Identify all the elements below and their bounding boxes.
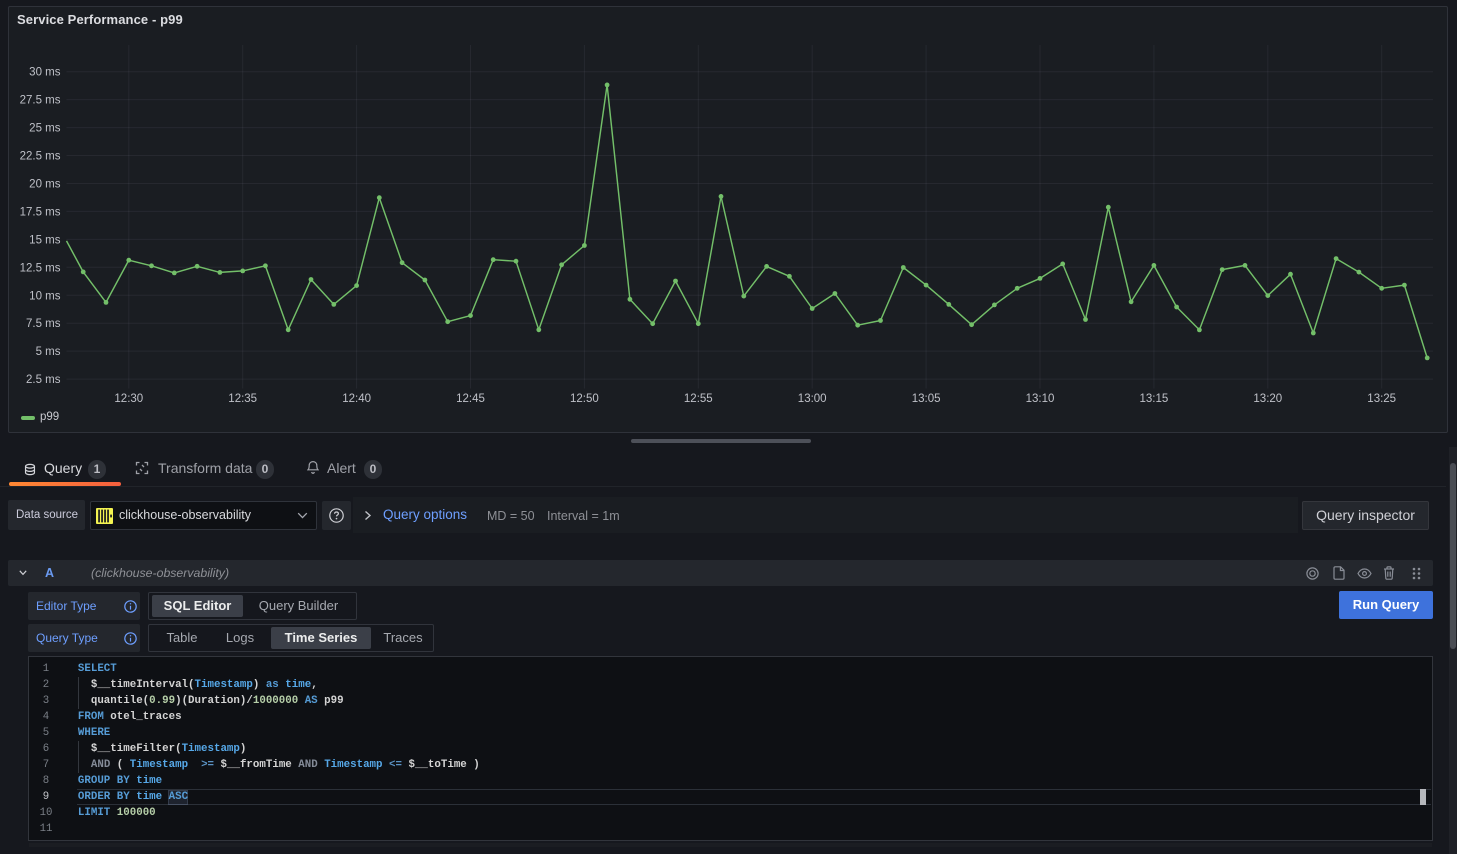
- svg-text:22.5 ms: 22.5 ms: [20, 151, 61, 163]
- svg-text:13:15: 13:15: [1140, 393, 1169, 405]
- svg-text:10 ms: 10 ms: [29, 290, 61, 302]
- svg-text:12:45: 12:45: [456, 393, 485, 405]
- svg-text:12:40: 12:40: [342, 393, 371, 405]
- svg-text:13:25: 13:25: [1367, 393, 1396, 405]
- svg-text:12:55: 12:55: [684, 393, 713, 405]
- svg-text:30 ms: 30 ms: [29, 67, 61, 79]
- svg-text:13:05: 13:05: [912, 393, 941, 405]
- svg-text:12:35: 12:35: [228, 393, 257, 405]
- svg-text:13:00: 13:00: [798, 393, 827, 405]
- svg-text:20 ms: 20 ms: [29, 179, 61, 191]
- svg-text:12:50: 12:50: [570, 393, 599, 405]
- svg-text:13:10: 13:10: [1026, 393, 1055, 405]
- svg-text:12:30: 12:30: [114, 393, 143, 405]
- svg-text:12.5 ms: 12.5 ms: [20, 262, 61, 274]
- svg-text:13:20: 13:20: [1253, 393, 1282, 405]
- svg-text:25 ms: 25 ms: [29, 123, 61, 135]
- svg-text:7.5 ms: 7.5 ms: [26, 318, 61, 330]
- svg-text:17.5 ms: 17.5 ms: [20, 206, 61, 218]
- svg-text:15 ms: 15 ms: [29, 234, 61, 246]
- svg-text:2.5 ms: 2.5 ms: [26, 374, 61, 386]
- svg-text:27.5 ms: 27.5 ms: [20, 95, 61, 107]
- svg-text:5 ms: 5 ms: [36, 346, 61, 358]
